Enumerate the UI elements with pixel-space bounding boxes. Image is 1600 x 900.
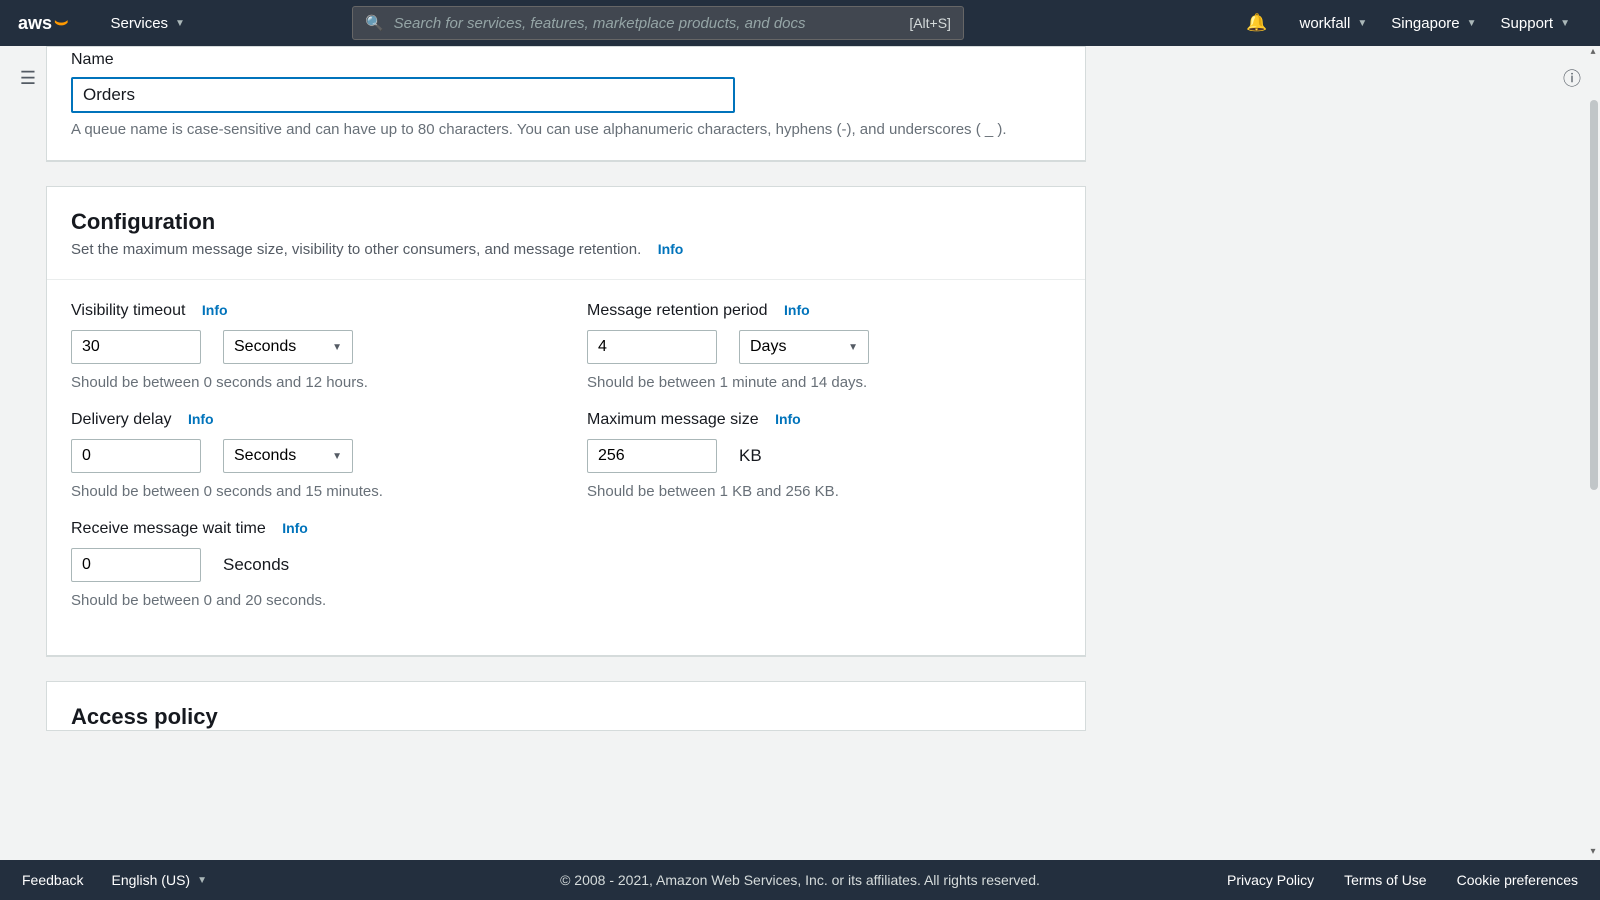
maxsize-info-link[interactable]: Info: [775, 411, 801, 427]
region-menu[interactable]: Singapore ▼: [1379, 0, 1488, 46]
retention-info-link[interactable]: Info: [784, 302, 810, 318]
caret-down-icon: ▼: [1467, 18, 1477, 29]
bell-icon: 🔔: [1246, 13, 1267, 33]
visibility-label: Visibility timeout: [71, 302, 185, 319]
maxsize-label: Maximum message size: [587, 411, 759, 428]
wait-field: Receive message wait time Info Seconds S…: [71, 520, 527, 609]
search-shortcut: [Alt+S]: [909, 15, 951, 31]
copyright-text: © 2008 - 2021, Amazon Web Services, Inc.…: [560, 872, 1040, 888]
caret-down-icon: ▼: [332, 342, 342, 353]
services-menu[interactable]: Services ▼: [99, 0, 197, 46]
services-label: Services: [111, 15, 169, 32]
delay-field: Delivery delay Info Seconds ▼ Should be b…: [71, 411, 527, 500]
scroll-down-icon[interactable]: ▾: [1586, 846, 1600, 860]
configuration-panel: Configuration Set the maximum message si…: [46, 186, 1086, 657]
wait-label: Receive message wait time: [71, 520, 266, 537]
delay-info-link[interactable]: Info: [188, 411, 214, 427]
language-label: English (US): [111, 872, 190, 888]
visibility-timeout-field: Visibility timeout Info Seconds ▼ Should …: [71, 302, 527, 391]
configuration-title: Configuration: [71, 209, 1061, 235]
caret-down-icon: ▼: [197, 875, 207, 886]
maxsize-value-input[interactable]: [587, 439, 717, 473]
wait-info-link[interactable]: Info: [282, 520, 308, 536]
notifications-button[interactable]: 🔔: [1234, 0, 1279, 46]
delay-unit-select[interactable]: Seconds ▼: [223, 439, 353, 473]
visibility-hint: Should be between 0 seconds and 12 hours…: [71, 374, 527, 391]
account-label: workfall: [1299, 15, 1350, 32]
search-wrap: 🔍 Search for services, features, marketp…: [352, 6, 964, 40]
scroll-up-icon[interactable]: ▴: [1586, 46, 1600, 60]
name-panel: Name A queue name is case-sensitive and …: [46, 46, 1086, 162]
scroll-thumb[interactable]: [1590, 100, 1598, 490]
retention-unit-label: Days: [750, 338, 786, 356]
support-label: Support: [1501, 15, 1554, 32]
aws-swoosh-icon: ⌣: [54, 8, 68, 34]
wait-hint: Should be between 0 and 20 seconds.: [71, 592, 527, 609]
access-policy-panel: Access policy: [46, 681, 1086, 731]
privacy-link[interactable]: Privacy Policy: [1227, 872, 1314, 888]
wait-unit: Seconds: [223, 555, 289, 575]
retention-hint: Should be between 1 minute and 14 days.: [587, 374, 1043, 391]
access-policy-title: Access policy: [71, 704, 1061, 730]
retention-label: Message retention period: [587, 302, 768, 319]
retention-value-input[interactable]: [587, 330, 717, 364]
configuration-info-link[interactable]: Info: [658, 241, 684, 257]
terms-link[interactable]: Terms of Use: [1344, 872, 1426, 888]
feedback-link[interactable]: Feedback: [22, 872, 83, 888]
caret-down-icon: ▼: [175, 18, 185, 29]
maxsize-field: Maximum message size Info KB Should be b…: [587, 411, 1043, 500]
region-label: Singapore: [1391, 15, 1459, 32]
visibility-value-input[interactable]: [71, 330, 201, 364]
maxsize-hint: Should be between 1 KB and 256 KB.: [587, 483, 1043, 500]
scrollbar[interactable]: ▴ ▾: [1584, 46, 1600, 860]
caret-down-icon: ▼: [1357, 18, 1367, 29]
name-label: Name: [71, 51, 1061, 69]
retention-unit-select[interactable]: Days ▼: [739, 330, 869, 364]
main-column: Name A queue name is case-sensitive and …: [46, 46, 1086, 860]
caret-down-icon: ▼: [848, 342, 858, 353]
visibility-unit-label: Seconds: [234, 338, 296, 356]
queue-name-input[interactable]: [71, 77, 735, 113]
top-nav: aws⌣ Services ▼ 🔍 Search for services, fe…: [0, 0, 1600, 46]
cookies-link[interactable]: Cookie preferences: [1457, 872, 1578, 888]
delay-label: Delivery delay: [71, 411, 171, 428]
content-area: Name A queue name is case-sensitive and …: [46, 46, 1554, 860]
footer-bar: Feedback English (US) ▼ © 2008 - 2021, Am…: [0, 860, 1600, 900]
visibility-unit-select[interactable]: Seconds ▼: [223, 330, 353, 364]
aws-logo-text: aws: [18, 13, 52, 34]
retention-field: Message retention period Info Days ▼ Shou…: [587, 302, 1043, 391]
global-search[interactable]: 🔍 Search for services, features, marketp…: [352, 6, 964, 40]
delay-unit-label: Seconds: [234, 447, 296, 465]
visibility-info-link[interactable]: Info: [202, 302, 228, 318]
delay-value-input[interactable]: [71, 439, 201, 473]
name-hint: A queue name is case-sensitive and can h…: [71, 121, 1061, 138]
caret-down-icon: ▼: [332, 451, 342, 462]
maxsize-unit: KB: [739, 446, 762, 466]
aws-logo[interactable]: aws⌣: [18, 12, 69, 34]
account-menu[interactable]: workfall ▼: [1287, 0, 1379, 46]
search-placeholder: Search for services, features, marketpla…: [394, 15, 910, 32]
configuration-desc: Set the maximum message size, visibility…: [71, 241, 641, 258]
caret-down-icon: ▼: [1560, 18, 1570, 29]
search-icon: 🔍: [365, 14, 384, 32]
support-menu[interactable]: Support ▼: [1489, 0, 1582, 46]
info-circle-icon: ⓘ: [1563, 65, 1581, 91]
delay-hint: Should be between 0 seconds and 15 minut…: [71, 483, 527, 500]
wait-value-input[interactable]: [71, 548, 201, 582]
left-panel-toggle[interactable]: ☰: [10, 60, 46, 96]
language-selector[interactable]: English (US) ▼: [111, 872, 207, 888]
hamburger-icon: ☰: [20, 68, 36, 89]
